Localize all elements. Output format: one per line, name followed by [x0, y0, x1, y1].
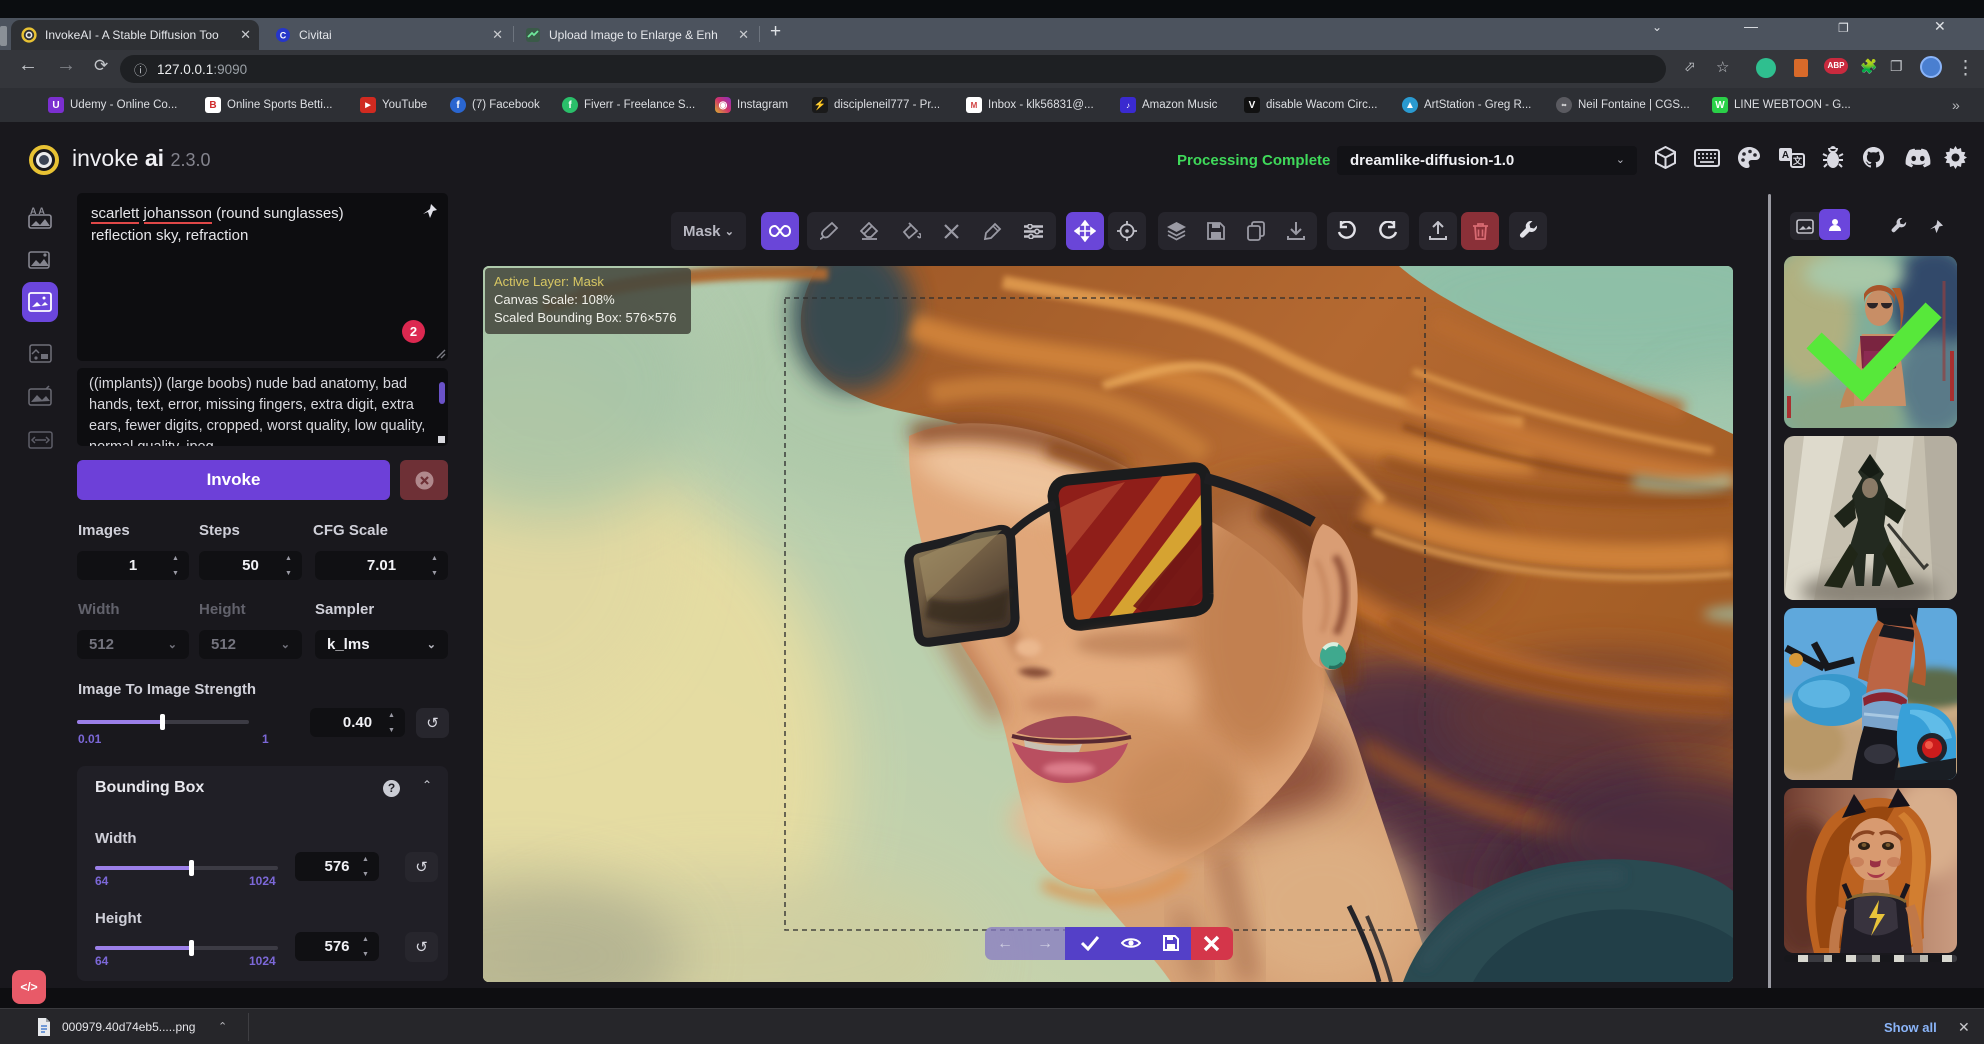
svg-text:文: 文 — [1792, 155, 1803, 166]
svg-text:C: C — [280, 31, 287, 41]
svg-text:A: A — [1782, 150, 1789, 161]
